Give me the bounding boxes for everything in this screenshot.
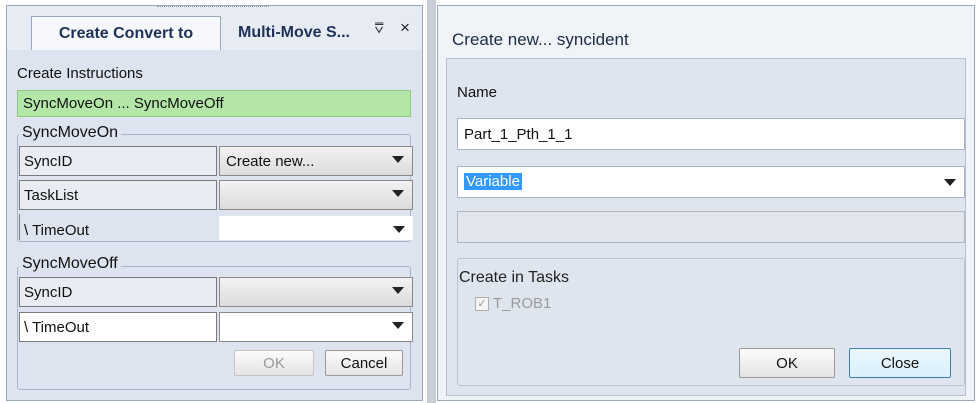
data-type-combo[interactable]: Variable	[457, 166, 965, 198]
syncmoveoff-title: SyncMoveOff	[19, 255, 121, 273]
timeout-label: \ TimeOut	[19, 214, 217, 240]
dropdown-icon[interactable]: ⩢	[369, 20, 389, 40]
panel-body: Name Part_1_Pth_1_1 Variable Create in T…	[446, 58, 966, 396]
tab-create-convert[interactable]: Create Convert to	[31, 16, 221, 50]
create-syncident-panel: Create new... syncident Name Part_1_Pth_…	[437, 5, 975, 401]
close-icon[interactable]: ×	[395, 18, 415, 38]
data-type-value: Variable	[464, 173, 522, 190]
tab-label: Multi-Move S...	[238, 24, 350, 41]
timeout-off-combo[interactable]	[219, 312, 413, 342]
checkbox-icon[interactable]: ✓	[475, 297, 489, 311]
syncmoveon-title: SyncMoveOn	[19, 124, 122, 142]
timeout-off-label: \ TimeOut	[19, 312, 217, 342]
tasklist-label: TaskList	[19, 180, 217, 210]
chevron-down-icon	[392, 190, 404, 197]
tasklist-combo[interactable]	[219, 180, 413, 210]
task-label: T_ROB1	[493, 295, 552, 312]
syncid-combo[interactable]: Create new...	[219, 146, 413, 176]
disabled-field	[457, 211, 965, 243]
tab-label: Create Convert to	[58, 24, 194, 42]
name-label: Name	[457, 84, 498, 101]
chevron-down-icon	[393, 226, 405, 233]
cancel-button[interactable]: Cancel	[325, 350, 403, 376]
syncid-off-combo[interactable]	[219, 277, 413, 307]
tab-focus-indicator	[157, 6, 269, 7]
panel-title: Create new... syncident	[452, 30, 629, 49]
tab-multi-move[interactable]: Multi-Move S...	[221, 16, 367, 50]
panel-splitter[interactable]	[427, 0, 436, 403]
chevron-down-icon	[392, 156, 404, 163]
panel-body: Create Instructions SyncMoveOn ... SyncM…	[7, 50, 422, 400]
instruction-list-item[interactable]: SyncMoveOn ... SyncMoveOff	[17, 90, 411, 117]
syncid-off-label: SyncID	[19, 277, 217, 307]
ok-button[interactable]: OK	[234, 350, 314, 376]
close-button[interactable]: Close	[849, 348, 951, 378]
create-in-tasks-title: Create in Tasks	[459, 269, 569, 286]
create-instructions-panel: Create Convert to Multi-Move S... ⩢ × Cr…	[6, 5, 423, 401]
syncid-label: SyncID	[19, 146, 217, 176]
timeout-combo[interactable]	[219, 216, 413, 240]
syncid-value: Create new...	[226, 153, 315, 170]
chevron-down-icon	[944, 179, 956, 186]
name-input[interactable]: Part_1_Pth_1_1	[457, 118, 965, 150]
chevron-down-icon	[392, 322, 404, 329]
ok-button[interactable]: OK	[739, 348, 835, 378]
chevron-down-icon	[392, 287, 404, 294]
panel-tab-bar: Create Convert to Multi-Move S... ⩢ ×	[7, 6, 422, 50]
create-instructions-label: Create Instructions	[17, 65, 143, 82]
